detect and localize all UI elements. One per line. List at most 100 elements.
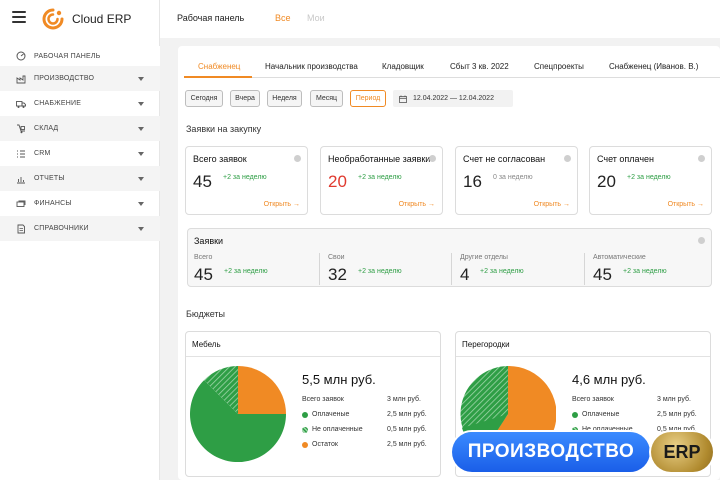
cloud-erp-logo-icon	[42, 8, 64, 30]
card-value: 16	[463, 172, 482, 191]
budget-row-label: Оплаченые	[582, 411, 620, 418]
active-tab-indicator	[184, 76, 252, 78]
budget-row-value: 3 млн руб.	[387, 396, 421, 403]
info-icon[interactable]	[429, 155, 436, 162]
filter-period-button[interactable]: Период	[350, 90, 386, 107]
tab-mine[interactable]: Мои	[307, 13, 325, 23]
budget-row-label: Оплаченые	[312, 411, 350, 418]
budget-row-label: Остаток	[312, 441, 338, 448]
chevron-down-icon	[138, 176, 144, 181]
open-link[interactable]: Открыть →	[264, 201, 300, 208]
tab-all[interactable]: Все	[275, 13, 291, 23]
info-icon[interactable]	[698, 155, 705, 162]
sidebar-item-dashboard[interactable]: Рабочая панель	[0, 46, 160, 66]
tab-special-projects[interactable]: Спецпроекты	[534, 62, 584, 71]
main-panel: Снабженец Начальник производства Кладовщ…	[178, 46, 720, 480]
truck-icon	[16, 99, 26, 109]
open-link[interactable]: Открыть →	[534, 201, 570, 208]
topbar: Рабочая панель Все Мои	[160, 0, 720, 38]
filter-yesterday-button[interactable]: Вчера	[230, 90, 260, 107]
sidebar-item-label: Производство	[34, 75, 95, 82]
budget-row-value: 3 млн руб.	[657, 396, 691, 403]
card-title: Всего заявок	[193, 154, 247, 164]
summary-col-total: Всего 45 +2 за неделю	[194, 253, 316, 285]
budgets-section-title: Бюджеты	[186, 309, 226, 319]
open-link[interactable]: Открыть →	[399, 201, 435, 208]
info-icon[interactable]	[698, 237, 705, 244]
chevron-down-icon	[138, 76, 144, 81]
summary-delta: +2 за неделю	[623, 268, 667, 275]
sidebar-item-label: Отчеты	[34, 175, 65, 182]
divider	[456, 356, 710, 357]
tab-storekeeper[interactable]: Кладовщик	[382, 62, 424, 71]
sidebar-item-warehouse[interactable]: Склад	[0, 116, 160, 141]
sidebar-item-directories[interactable]: Справочники	[0, 216, 160, 241]
tab-production-head[interactable]: Начальник производства	[265, 62, 358, 71]
page-title: Рабочая панель	[177, 13, 245, 23]
budget-pie-chart	[190, 366, 286, 462]
purchase-section-title: Заявки на закупку	[186, 124, 262, 134]
budget-row-value: 2,5 млн руб.	[387, 411, 427, 418]
sidebar-item-label: Финансы	[34, 200, 72, 207]
card-value: 45	[193, 172, 212, 191]
requests-summary-title: Заявки	[194, 236, 224, 246]
summary-value: 4	[460, 265, 470, 284]
date-range-picker[interactable]: 12.04.2022 — 12.04.2022	[393, 90, 513, 107]
legend-dot-paid	[572, 412, 578, 418]
card-delta: 0 за неделю	[493, 174, 533, 181]
chevron-down-icon	[138, 126, 144, 131]
sidebar-item-label: Рабочая панель	[34, 52, 101, 60]
info-icon[interactable]	[294, 155, 301, 162]
tab-supplier[interactable]: Снабженец	[198, 62, 240, 71]
legend-dot-unpaid	[302, 427, 308, 433]
card-value: 20	[328, 172, 347, 191]
tab-supplier-ivanov[interactable]: Снабженец (Иванов. В.)	[609, 62, 698, 71]
budget-title: Перегородки	[462, 340, 510, 349]
sidebar-item-finance[interactable]: Финансы	[0, 191, 160, 216]
calendar-icon	[399, 95, 407, 103]
sidebar-item-label: Справочники	[34, 225, 89, 232]
sidebar-item-production[interactable]: Производство	[0, 66, 160, 91]
checklist-icon	[16, 149, 26, 159]
budget-row-value: 0,5 млн руб.	[387, 426, 427, 433]
card-invoice-not-approved: Счет не согласован 16 0 за неделю Открыт…	[455, 146, 578, 215]
sidebar-nav: Рабочая панель Производство Снабжение Ск…	[0, 46, 160, 241]
budget-title: Мебель	[192, 340, 221, 349]
chevron-down-icon	[138, 201, 144, 206]
card-delta: +2 за неделю	[358, 174, 402, 181]
factory-icon	[16, 74, 26, 84]
card-unprocessed-requests: Необработанные заявки 20 +2 за неделю От…	[320, 146, 443, 215]
divider	[186, 356, 440, 357]
summary-col-other-departments: Другие отделы 4 +2 за неделю	[451, 253, 581, 285]
role-tabs: Снабженец Начальник производства Кладовщ…	[184, 54, 720, 78]
summary-delta: +2 за неделю	[480, 268, 524, 275]
pie-slice-remaining	[238, 366, 286, 414]
summary-label: Автоматические	[593, 254, 646, 261]
budget-card-furniture: Мебель 5,5 млн руб. Всего заявок 3 млн р…	[185, 331, 441, 477]
budget-row-label: Всего заявок	[572, 396, 614, 403]
filter-today-button[interactable]: Сегодня	[185, 90, 223, 107]
budget-row-value: 2,5 млн руб.	[657, 411, 697, 418]
sidebar-item-crm[interactable]: CRM	[0, 141, 160, 166]
sidebar-item-supply[interactable]: Снабжение	[0, 91, 160, 116]
tab-sales-q3[interactable]: Сбыт 3 кв. 2022	[450, 62, 509, 71]
card-title: Необработанные заявки	[328, 154, 431, 164]
open-link[interactable]: Открыть →	[668, 201, 704, 208]
summary-value: 45	[593, 265, 612, 284]
sidebar: Cloud ERP Рабочая панель Производство Сн…	[0, 0, 160, 480]
card-delta: +2 за неделю	[223, 174, 267, 181]
sidebar-item-reports[interactable]: Отчеты	[0, 166, 160, 191]
filter-month-button[interactable]: Месяц	[310, 90, 343, 107]
sidebar-item-label: CRM	[34, 150, 51, 157]
promo-production-badge: ПРОИЗВОДСТВО	[452, 432, 650, 472]
chevron-down-icon	[138, 226, 144, 231]
budget-total: 4,6 млн руб.	[572, 372, 646, 387]
card-value: 20	[597, 172, 616, 191]
menu-icon[interactable]	[12, 11, 26, 23]
info-icon[interactable]	[564, 155, 571, 162]
summary-label: Свои	[328, 254, 345, 261]
summary-delta: +2 за неделю	[224, 268, 268, 275]
book-icon	[16, 224, 26, 234]
summary-delta: +2 за неделю	[358, 268, 402, 275]
filter-week-button[interactable]: Неделя	[267, 90, 302, 107]
